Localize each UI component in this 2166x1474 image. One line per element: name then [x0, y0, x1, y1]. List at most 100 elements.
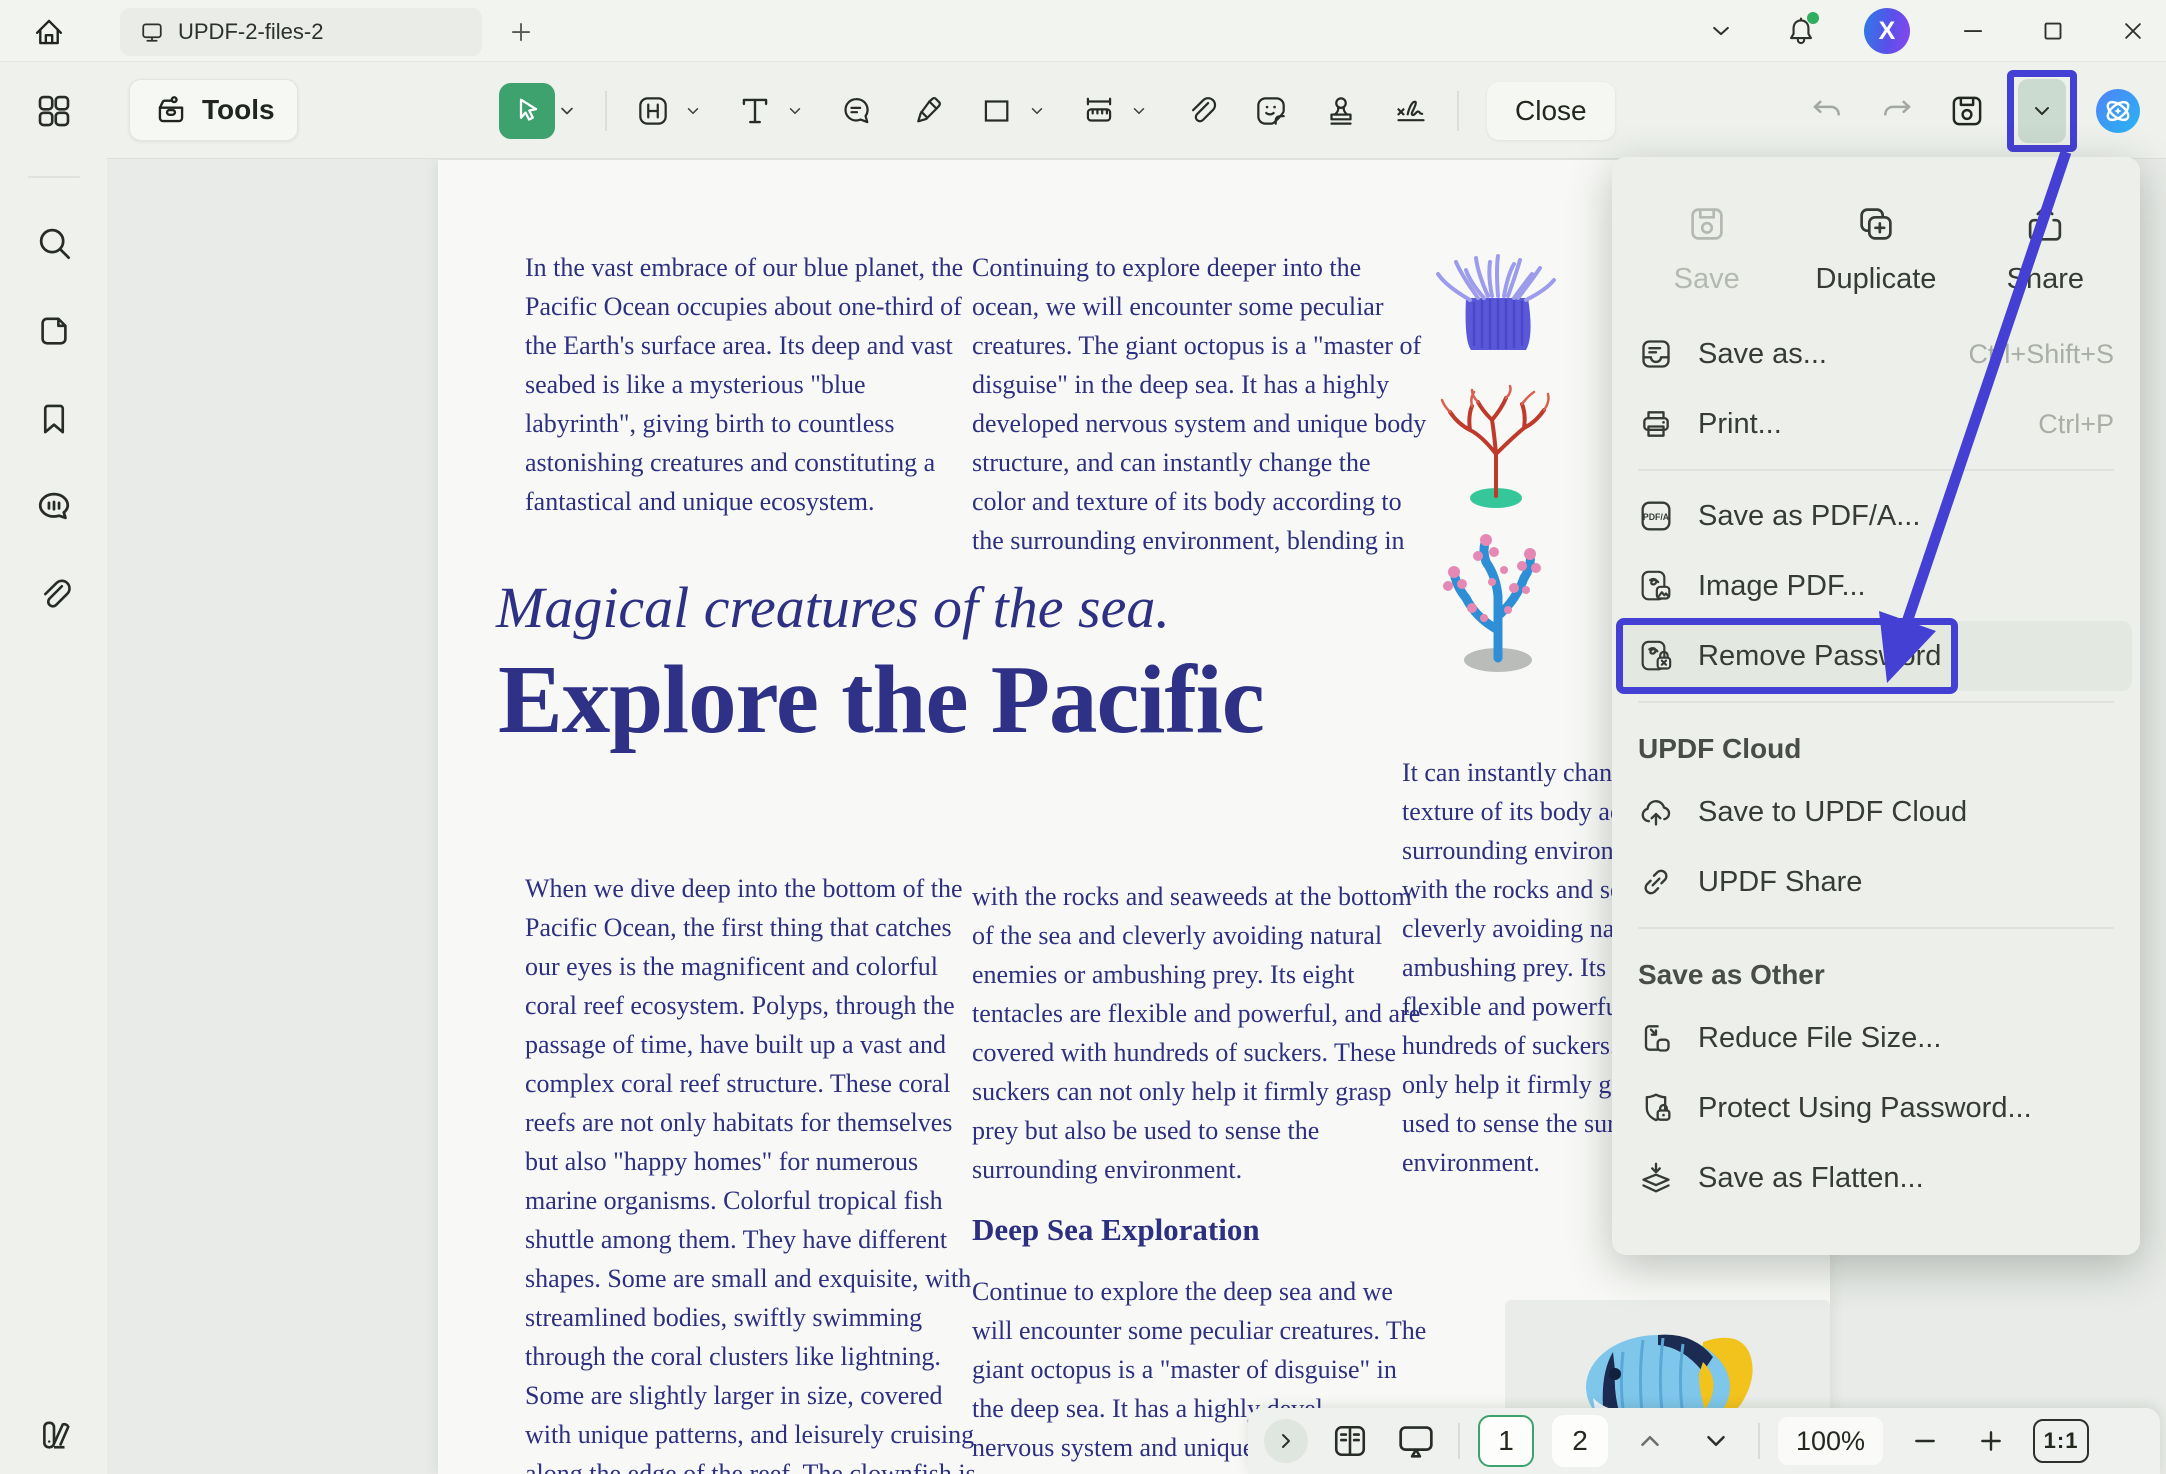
chevron-down-icon [1701, 1426, 1731, 1456]
sidebar-item-thumbnails[interactable] [31, 88, 77, 134]
menu-top-actions: Save Duplicate Share [1612, 171, 2140, 319]
sidebar-item-pages[interactable] [31, 308, 77, 354]
sidebar-item-appearance[interactable] [31, 1412, 77, 1458]
highlighter-tool-button[interactable] [899, 83, 955, 139]
select-tool-dropdown[interactable] [555, 83, 579, 139]
cloud-upload-icon [1636, 792, 1676, 832]
menu-item-label: Remove Password [1698, 640, 1941, 673]
bottom-bar-divider [1458, 1423, 1460, 1459]
shape-tool-button[interactable] [969, 83, 1025, 139]
sidebar-item-search[interactable] [31, 220, 77, 266]
save-options-dropdown-button[interactable] [2018, 79, 2066, 143]
menu-item-label: Image PDF... [1698, 570, 1866, 603]
menu-item-label: Save to UPDF Cloud [1698, 796, 1967, 829]
chevron-down-icon [1706, 16, 1736, 46]
maximize-button[interactable] [2036, 14, 2070, 48]
zoom-level-label: 100% [1796, 1426, 1865, 1457]
document-tab[interactable]: UPDF-2-files-2 [120, 8, 482, 56]
expand-bar-button[interactable] [1264, 1419, 1308, 1463]
image-pdf-icon [1636, 566, 1676, 606]
zoom-level-button[interactable]: 100% [1778, 1417, 1883, 1465]
text-tool-dropdown[interactable] [783, 83, 807, 139]
page-icon [33, 310, 75, 352]
close-window-button[interactable] [2116, 14, 2150, 48]
sidebar-item-comments[interactable] [31, 484, 77, 530]
stamp-icon [1322, 92, 1360, 130]
presentation-button[interactable] [1392, 1417, 1440, 1465]
pdfa-icon: PDF/A [1636, 496, 1676, 536]
redo-icon [1877, 91, 1917, 131]
page-2-button[interactable]: 2 [1552, 1415, 1608, 1467]
comment-tool-button[interactable] [829, 83, 885, 139]
chevron-right-icon [1274, 1429, 1298, 1453]
select-tool-button[interactable] [499, 83, 555, 139]
sidebar-divider [28, 176, 80, 178]
home-icon [30, 13, 68, 51]
menu-item-label: Print... [1698, 408, 1782, 441]
menu-item-save-to-updf-cloud[interactable]: Save to UPDF Cloud [1612, 777, 2140, 847]
highlighter-icon [908, 92, 946, 130]
menu-item-remove-password[interactable]: Remove Password [1612, 621, 2140, 691]
shape-tool-dropdown[interactable] [1025, 83, 1049, 139]
page-2-label: 2 [1572, 1425, 1588, 1457]
sidebar-item-attachments[interactable] [31, 572, 77, 618]
tools-button[interactable]: Tools [129, 79, 298, 141]
document-tab-title: UPDF-2-files-2 [178, 19, 323, 45]
edit-heading-tool-button[interactable] [625, 83, 681, 139]
actual-size-button[interactable]: 1:1 [2033, 1419, 2089, 1463]
menu-item-save-as-flatten[interactable]: Save as Flatten... [1612, 1143, 2140, 1213]
menu-divider [1638, 927, 2114, 929]
menu-save-button[interactable]: Save [1622, 177, 1791, 319]
toolbar-divider [1457, 91, 1459, 131]
avatar[interactable]: X [1864, 8, 1910, 54]
titlebar: UPDF-2-files-2 X [0, 0, 2166, 62]
menu-item-reduce-file-size[interactable]: Reduce File Size... [1612, 1003, 2140, 1073]
new-tab-button[interactable] [502, 13, 540, 51]
page-view-button[interactable] [1326, 1417, 1374, 1465]
signature-tool-button[interactable] [1383, 83, 1439, 139]
next-page-button[interactable] [1692, 1417, 1740, 1465]
previous-page-button[interactable] [1626, 1417, 1674, 1465]
redo-button[interactable] [1874, 88, 1920, 134]
text-tool-button[interactable] [727, 83, 783, 139]
undo-button[interactable] [1804, 88, 1850, 134]
sticker-tool-button[interactable] [1243, 83, 1299, 139]
zoom-out-button[interactable] [1901, 1417, 1949, 1465]
tab-list-button[interactable] [1704, 14, 1738, 48]
menu-item-save-as-pdfa[interactable]: PDF/A Save as PDF/A... [1612, 481, 2140, 551]
edit-heading-dropdown[interactable] [681, 83, 705, 139]
page-1-button[interactable]: 1 [1478, 1415, 1534, 1467]
text-icon [736, 92, 774, 130]
measure-tool-button[interactable] [1071, 83, 1127, 139]
close-document-button[interactable]: Close [1487, 82, 1615, 140]
measure-tool-dropdown[interactable] [1127, 83, 1151, 139]
close-label: Close [1515, 95, 1587, 127]
undo-icon [1807, 91, 1847, 131]
printer-icon [1636, 404, 1676, 444]
plus-icon [1975, 1425, 2007, 1457]
menu-item-print[interactable]: Print... Ctrl+P [1612, 389, 2140, 459]
zoom-in-button[interactable] [1967, 1417, 2015, 1465]
bookmark-icon [33, 398, 75, 440]
notifications-button[interactable] [1784, 14, 1818, 48]
menu-item-label: Protect Using Password... [1698, 1092, 2032, 1125]
save-button[interactable] [1944, 88, 1990, 134]
sidebar-item-bookmarks[interactable] [31, 396, 77, 442]
menu-section-save-as-other: Save as Other [1612, 939, 2140, 1003]
attach-tool-button[interactable] [1173, 83, 1229, 139]
paragraph-col1-1: In the vast embrace of our blue planet, … [525, 248, 963, 521]
updf-app-window: UPDF-2-files-2 X [0, 0, 2166, 1474]
menu-item-image-pdf[interactable]: Image PDF... [1612, 551, 2140, 621]
minimize-button[interactable] [1956, 14, 1990, 48]
menu-duplicate-button[interactable]: Duplicate [1791, 177, 1960, 319]
menu-item-updf-share[interactable]: UPDF Share [1612, 847, 2140, 917]
home-button[interactable] [26, 9, 72, 55]
menu-share-button[interactable]: Share [1961, 177, 2130, 319]
stamp-tool-button[interactable] [1313, 83, 1369, 139]
toolbar-divider [605, 91, 607, 131]
menu-item-protect-using-password[interactable]: Protect Using Password... [1612, 1073, 2140, 1143]
menu-item-save-as[interactable]: Save as... Ctrl+Shift+S [1612, 319, 2140, 389]
save-icon [1946, 90, 1988, 132]
updf-ai-button[interactable] [2094, 87, 2142, 135]
notification-dot [1807, 12, 1819, 24]
